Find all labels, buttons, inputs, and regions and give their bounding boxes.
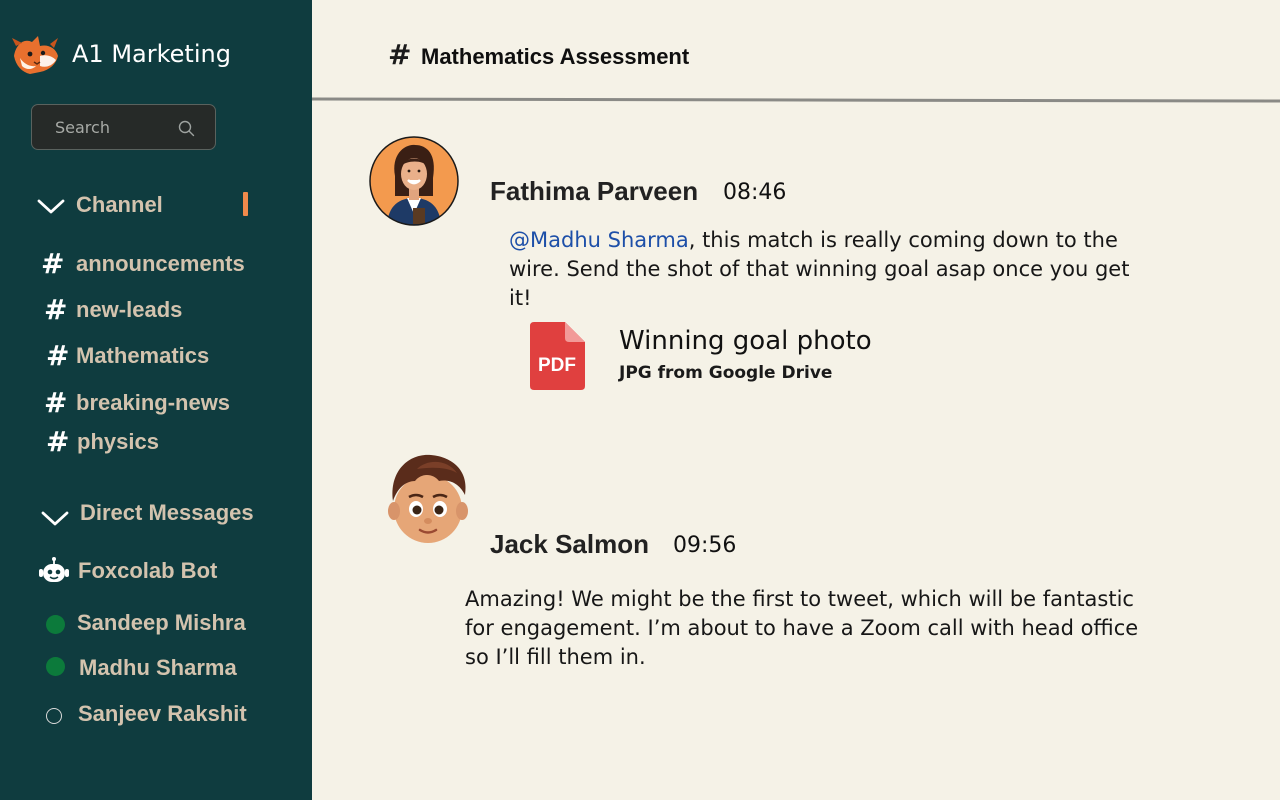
channel-title: Mathematics Assessment	[421, 44, 690, 69]
online-status-icon	[46, 657, 65, 676]
hash-icon: #	[46, 425, 70, 458]
message-author[interactable]: Jack Salmon	[490, 529, 649, 560]
channels-section-toggle[interactable]: Channel	[37, 192, 237, 218]
dm-label: Foxcolab Bot	[78, 558, 218, 583]
channel-accent-indicator	[243, 192, 248, 216]
channels-header: Channel	[76, 192, 163, 217]
search-icon[interactable]	[178, 120, 195, 137]
workspace-brand[interactable]: A1 Marketing	[10, 34, 231, 76]
channel-label: new-leads	[76, 297, 183, 322]
sidebar-channel-physics[interactable]: # physics	[46, 428, 266, 458]
file-title: Winning goal photo	[619, 326, 872, 356]
sidebar-channel-announcements[interactable]: # announcements	[41, 250, 261, 280]
file-source: JPG from Google Drive	[619, 363, 833, 383]
chevron-down-icon	[41, 511, 69, 526]
channel-label: breaking-news	[76, 390, 231, 415]
channel-label: physics	[77, 429, 159, 454]
online-status-icon	[46, 615, 65, 634]
chevron-down-icon	[37, 199, 65, 214]
dm-madhu-sharma[interactable]: Madhu Sharma	[45, 654, 275, 684]
channel-header: # Mathematics Assessment	[312, 0, 1280, 100]
sidebar: A1 Marketing Channel # announcements # n…	[0, 0, 312, 800]
dm-label: Madhu Sharma	[79, 655, 237, 680]
hash-icon: #	[388, 38, 412, 71]
dm-foxcolab-bot[interactable]: Foxcolab Bot	[38, 556, 268, 586]
hash-icon: #	[44, 293, 68, 326]
workspace-name: A1 Marketing	[72, 40, 231, 68]
channel-label: announcements	[76, 251, 245, 276]
message-body: @Madhu Sharma, this match is really comi…	[509, 226, 1149, 313]
dm-header: Direct Messages	[80, 500, 254, 525]
message-author[interactable]: Fathima Parveen	[490, 176, 698, 207]
pdf-badge-label: PDF	[538, 355, 576, 376]
sidebar-channel-breaking-news[interactable]: # breaking-news	[44, 389, 264, 419]
message-timestamp: 08:46	[723, 180, 787, 205]
avatar[interactable]	[369, 136, 459, 226]
sidebar-channel-mathematics[interactable]: # Mathematics	[46, 342, 266, 372]
message-body: Amazing! We might be the first to tweet,…	[465, 587, 1139, 669]
dm-sanjeev-rakshit[interactable]: Sanjeev Rakshit	[45, 700, 275, 730]
message-timestamp: 09:56	[673, 533, 737, 558]
bot-icon	[39, 557, 69, 582]
dm-sandeep-mishra[interactable]: Sandeep Mishra	[45, 609, 275, 639]
fox-logo-icon	[12, 36, 58, 74]
search-input[interactable]	[55, 117, 175, 137]
user-mention[interactable]: @Madhu Sharma	[509, 228, 689, 252]
offline-status-icon	[46, 708, 62, 724]
header-divider	[312, 97, 1280, 103]
hash-icon: #	[44, 386, 68, 419]
hash-icon: #	[41, 247, 65, 280]
hash-icon: #	[46, 339, 70, 372]
file-attachment[interactable]: PDF Winning goal photo JPG from Google D…	[528, 320, 872, 394]
avatar[interactable]	[387, 451, 469, 545]
dm-label: Sandeep Mishra	[77, 610, 246, 635]
channel-label: Mathematics	[76, 343, 210, 368]
dm-label: Sanjeev Rakshit	[78, 701, 247, 726]
sidebar-channel-new-leads[interactable]: # new-leads	[44, 296, 264, 326]
search-box[interactable]	[31, 104, 216, 150]
dm-section-toggle[interactable]: Direct Messages	[41, 500, 271, 528]
pdf-file-icon: PDF	[530, 322, 585, 390]
